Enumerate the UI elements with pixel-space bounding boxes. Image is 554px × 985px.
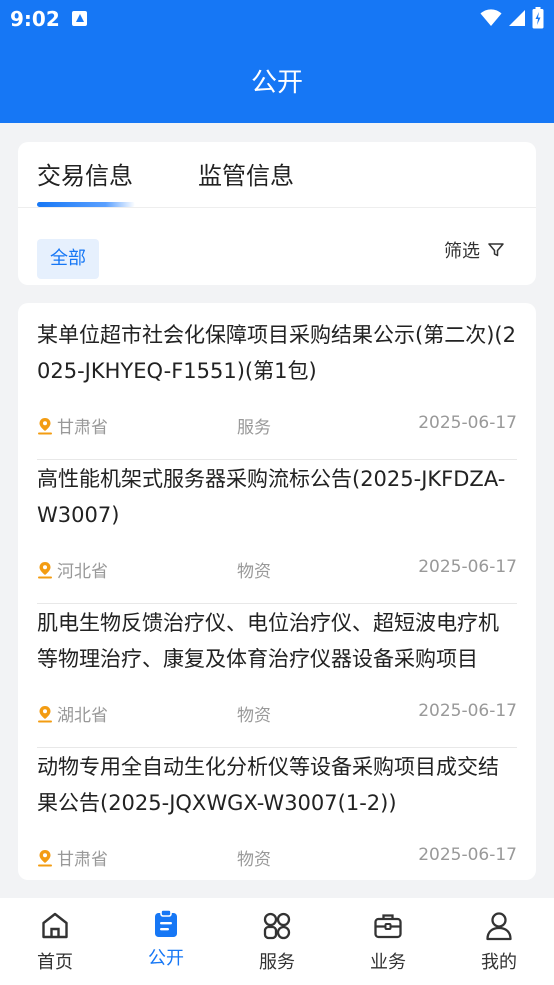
item-date: 2025-06-17 [418, 557, 517, 577]
list-item[interactable]: 某单位超市社会化保障项目采购结果公示(第二次)(2025-JKHYEQ-F155… [37, 317, 517, 460]
tabbar-label: 公开 [148, 948, 184, 969]
item-title: 某单位超市社会化保障项目采购结果公示(第二次)(2025-JKHYEQ-F155… [37, 323, 516, 383]
tab-trade-info[interactable]: 交易信息 [37, 156, 133, 191]
item-divider [37, 459, 517, 460]
system-icons [480, 6, 544, 30]
bottom-tab-bar: 首页 公开 服务 业务 我的 [0, 898, 554, 985]
item-category: 物资 [237, 706, 271, 726]
tab-divider [18, 207, 536, 208]
briefcase-icon [374, 914, 402, 939]
status-time: 9:02 [10, 7, 60, 31]
filter-chip-all[interactable]: 全部 [37, 239, 99, 279]
apps-icon [263, 912, 291, 940]
clipboard-icon [155, 909, 177, 937]
tabbar-public[interactable]: 公开 [111, 898, 221, 985]
tabbar-service[interactable]: 服务 [222, 898, 332, 985]
tabbar-business[interactable]: 业务 [333, 898, 443, 985]
item-title: 动物专用全自动生化分析仪等设备采购项目成交结果公告(2025-JQXWGX-W3… [37, 755, 499, 815]
item-category: 物资 [237, 562, 271, 582]
filter-icon [488, 243, 504, 257]
battery-icon [532, 7, 544, 29]
item-region: 河北省 [57, 562, 108, 582]
notification-icon [72, 11, 87, 26]
item-title: 肌电生物反馈治疗仪、电位治疗仪、超短波电疗机等物理治疗、康复及体育治疗仪器设备采… [37, 611, 499, 671]
item-region: 湖北省 [57, 706, 108, 726]
item-divider [37, 747, 517, 748]
item-category: 物资 [237, 850, 271, 870]
item-date: 2025-06-17 [418, 845, 517, 865]
tabbar-label: 我的 [481, 952, 517, 973]
tabbar-label: 首页 [37, 952, 73, 973]
announcement-list: 某单位超市社会化保障项目采购结果公示(第二次)(2025-JKHYEQ-F155… [18, 303, 536, 880]
app-header: 9:02 公开 [0, 0, 554, 123]
home-icon [42, 912, 68, 939]
tabbar-home[interactable]: 首页 [0, 898, 110, 985]
item-meta: 甘肃省 服务 2025-06-17 [37, 413, 517, 438]
tab-supervision-info[interactable]: 监管信息 [198, 156, 294, 191]
filter-button[interactable]: 筛选 [444, 237, 504, 263]
location-icon [38, 705, 52, 722]
location-icon [38, 849, 52, 866]
list-item[interactable]: 肌电生物反馈治疗仪、电位治疗仪、超短波电疗机等物理治疗、康复及体育治疗仪器设备采… [37, 605, 517, 748]
item-meta: 河北省 物资 2025-06-17 [37, 557, 517, 582]
item-meta: 甘肃省 物资 2025-06-17 [37, 845, 517, 870]
wifi-icon [480, 9, 502, 26]
status-bar: 9:02 [0, 0, 554, 38]
page-title: 公开 [250, 68, 303, 98]
item-region: 甘肃省 [57, 418, 108, 438]
item-meta: 湖北省 物资 2025-06-17 [37, 701, 517, 726]
tab-card: 交易信息 监管信息 全部 筛选 [18, 142, 536, 285]
item-category: 服务 [237, 418, 271, 438]
tabbar-mine[interactable]: 我的 [444, 898, 554, 985]
item-divider [37, 603, 517, 604]
user-icon [486, 912, 512, 941]
item-date: 2025-06-17 [418, 413, 517, 433]
list-item[interactable]: 动物专用全自动生化分析仪等设备采购项目成交结果公告(2025-JQXWGX-W3… [37, 749, 517, 870]
tabbar-label: 服务 [259, 952, 295, 973]
signal-icon [509, 10, 525, 26]
filter-label: 筛选 [444, 241, 480, 262]
item-title: 高性能机架式服务器采购流标公告(2025-JKFDZA-W3007) [37, 467, 506, 527]
item-region: 甘肃省 [57, 850, 108, 870]
item-date: 2025-06-17 [418, 701, 517, 721]
list-item[interactable]: 高性能机架式服务器采购流标公告(2025-JKFDZA-W3007) 河北省 物… [37, 461, 517, 604]
location-icon [38, 417, 52, 434]
tabbar-label: 业务 [370, 952, 406, 973]
location-icon [38, 561, 52, 578]
